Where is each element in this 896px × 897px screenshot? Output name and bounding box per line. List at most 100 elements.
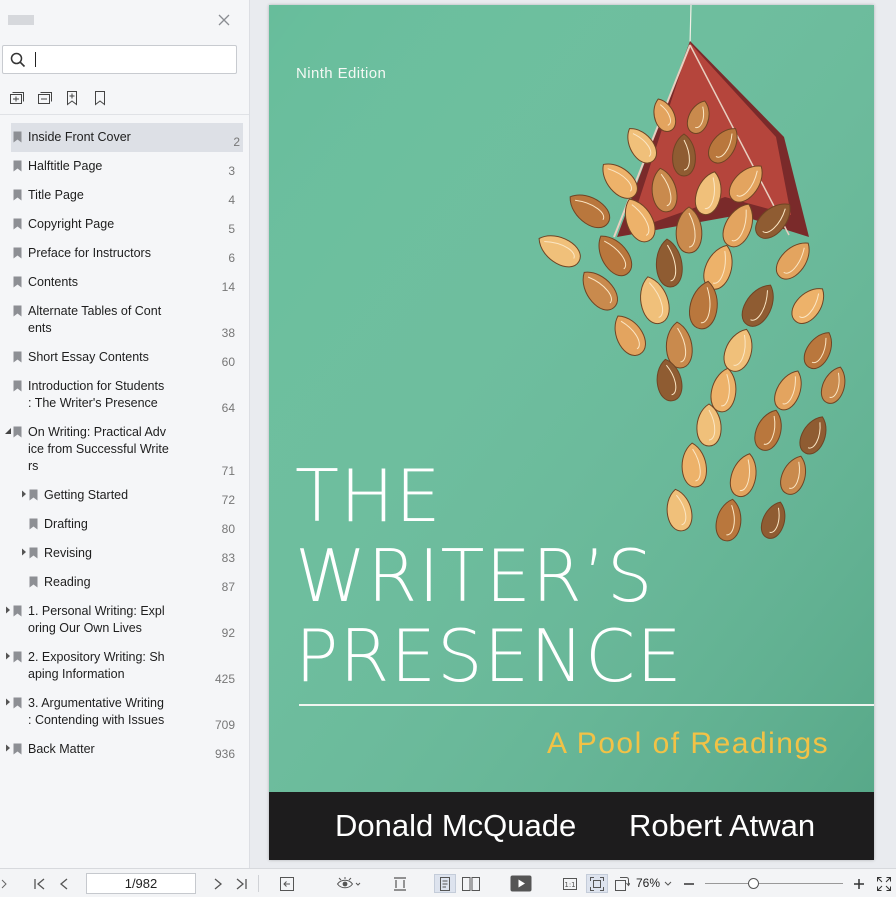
outline-search-box: [2, 45, 237, 74]
zoom-out-icon[interactable]: [682, 874, 696, 893]
outline-item-page: 6: [228, 251, 235, 265]
bookmark-icon: [13, 426, 22, 438]
collapsed-caret-icon[interactable]: [19, 545, 29, 559]
back-icon[interactable]: [278, 874, 296, 893]
divider: [258, 875, 259, 892]
outline-item[interactable]: Drafting 80: [0, 510, 249, 539]
bottom-toolbar: 1/982 1:1 76%: [0, 868, 896, 897]
bookmark-icon: [29, 547, 38, 559]
sidebar-tab[interactable]: [8, 15, 34, 25]
single-page-icon[interactable]: [434, 874, 456, 893]
outline-item-page: 936: [214, 747, 235, 761]
outline-item[interactable]: Preface for Instructors 6: [0, 239, 249, 268]
bookmark-icon[interactable]: [90, 88, 110, 108]
next-page-icon[interactable]: [210, 874, 226, 893]
outline-item-page: 38: [221, 326, 235, 340]
eye-icon[interactable]: [336, 874, 362, 893]
outline-item-page: 64: [221, 401, 235, 415]
collapsed-caret-icon[interactable]: [3, 603, 13, 617]
outline-item-page: 60: [221, 355, 235, 369]
zoom-slider-track[interactable]: [705, 883, 843, 884]
fit-width-icon[interactable]: [391, 874, 409, 893]
outline-item-page: 83: [221, 551, 235, 565]
outline-item-page: 72: [221, 493, 235, 507]
outline-item[interactable]: Back Matter 936: [0, 735, 249, 764]
zoom-in-icon[interactable]: [852, 874, 866, 893]
outline-item[interactable]: Contents 14: [0, 268, 249, 297]
outline-item[interactable]: Short Essay Contents 60: [0, 343, 249, 372]
search-input[interactable]: [36, 48, 226, 71]
outline-item[interactable]: Reading 87: [0, 568, 249, 597]
outline-item[interactable]: Introduction for Students : The Writer's…: [0, 372, 249, 418]
play-icon[interactable]: [509, 874, 533, 893]
outline-item-page: 14: [221, 280, 235, 294]
collapse-all-icon[interactable]: [34, 88, 54, 108]
outline-item-label: Preface for Instructors: [28, 246, 151, 260]
fullscreen-icon[interactable]: [875, 874, 893, 893]
outline-item-label: On Writing: Practical Adv ice from Succe…: [28, 425, 169, 473]
bookmark-icon: [13, 276, 22, 288]
outline-item-label: Short Essay Contents: [28, 350, 149, 364]
zoom-slider-thumb[interactable]: [748, 878, 760, 889]
outline-item[interactable]: Revising 83: [0, 539, 249, 568]
collapsed-caret-icon[interactable]: [3, 695, 13, 709]
expand-all-icon[interactable]: [6, 88, 26, 108]
actual-size-icon[interactable]: 1:1: [561, 874, 579, 893]
outline-item[interactable]: On Writing: Practical Adv ice from Succe…: [0, 418, 249, 481]
bookmark-icon: [13, 380, 22, 392]
bookmark-icon: [13, 131, 22, 143]
outline-item-page: 5: [228, 222, 235, 236]
collapsed-caret-icon[interactable]: [19, 487, 29, 501]
first-page-icon[interactable]: [32, 874, 48, 893]
prev-page-icon[interactable]: [56, 874, 72, 893]
outline-item[interactable]: Inside Front Cover 2: [11, 123, 243, 152]
outline-item[interactable]: Alternate Tables of Cont ents 38: [0, 297, 249, 343]
bookmark-icon: [29, 518, 38, 530]
collapse-handle-icon[interactable]: [0, 874, 8, 893]
outline-item-label: Reading: [44, 575, 91, 589]
close-icon[interactable]: [217, 13, 231, 27]
outline-tree: Inside Front Cover 2 Halftitle Page 3 Title …: [0, 123, 249, 764]
pdf-page[interactable]: Ninth Edition THE WRITER’S PRESENCE A Po…: [269, 5, 874, 860]
outline-item[interactable]: Copyright Page 5: [0, 210, 249, 239]
zoom-level[interactable]: 76%: [636, 876, 660, 890]
title-rule: [299, 704, 874, 706]
bookmark-icon: [13, 160, 22, 172]
outline-item-label: Copyright Page: [28, 217, 115, 231]
expanded-caret-icon[interactable]: [3, 424, 13, 438]
last-page-icon[interactable]: [233, 874, 249, 893]
collapsed-caret-icon[interactable]: [3, 649, 13, 663]
outline-item-page: 87: [221, 580, 235, 594]
fit-page-icon[interactable]: [586, 874, 608, 893]
rotate-icon[interactable]: [613, 874, 631, 893]
outline-item[interactable]: 3. Argumentative Writing : Contending wi…: [0, 689, 249, 735]
bookmark-icon: [13, 697, 22, 709]
add-bookmark-icon[interactable]: [62, 88, 82, 108]
author-1: Donald McQuade: [335, 808, 577, 843]
document-viewport[interactable]: Ninth Edition THE WRITER’S PRESENCE A Po…: [251, 0, 896, 868]
outline-item-label: Alternate Tables of Cont ents: [28, 304, 162, 335]
title-line-1: THE: [295, 454, 442, 538]
outline-item[interactable]: 1. Personal Writing: Expl oring Our Own …: [0, 597, 249, 643]
zoom-dropdown-icon[interactable]: [663, 874, 673, 893]
outline-item-label: Back Matter: [28, 742, 95, 756]
collapsed-caret-icon[interactable]: [3, 741, 13, 755]
two-page-icon[interactable]: [460, 874, 482, 893]
outline-item[interactable]: Title Page 4: [0, 181, 249, 210]
outline-item[interactable]: Halftitle Page 3: [0, 152, 249, 181]
bookmark-icon: [13, 305, 22, 317]
outline-item[interactable]: 2. Expository Writing: Sh aping Informat…: [0, 643, 249, 689]
outline-item-page: 71: [221, 464, 235, 478]
outline-item[interactable]: Getting Started 72: [0, 481, 249, 510]
outline-item-label: Drafting: [44, 517, 88, 531]
page-number-field[interactable]: 1/982: [86, 873, 196, 894]
author-2: Robert Atwan: [629, 808, 816, 843]
outline-item-label: 3. Argumentative Writing : Contending wi…: [28, 696, 165, 727]
